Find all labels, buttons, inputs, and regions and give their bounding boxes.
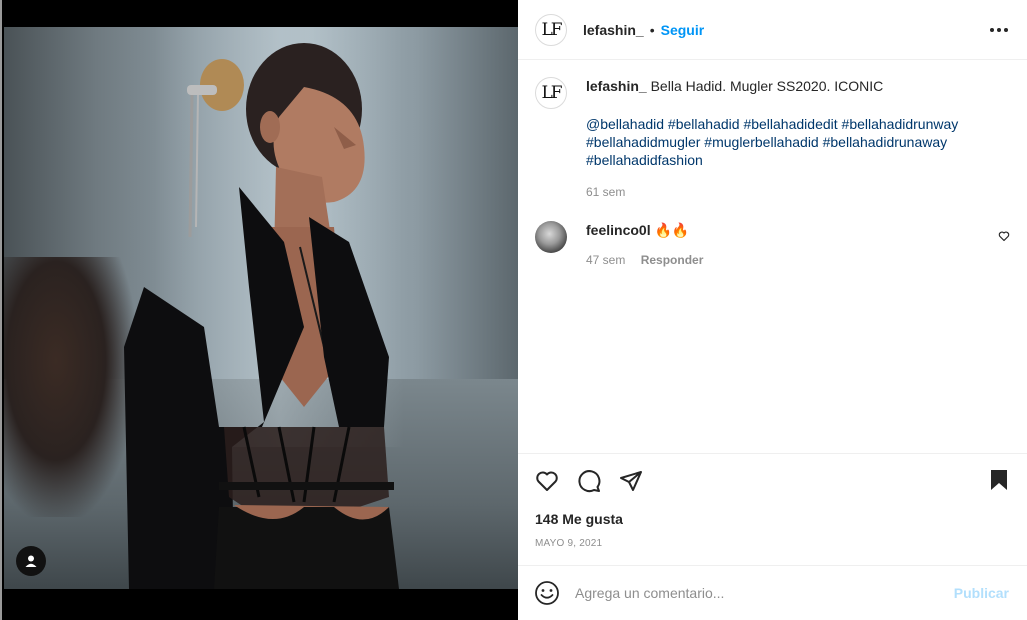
post-side-panel: LF lefashin_ • Seguir LF lefashin_ Bella… <box>518 0 1027 620</box>
comment-body: feelinco0l 🔥🔥 47 sem Responder <box>586 221 1012 267</box>
comment-input[interactable] <box>575 585 935 601</box>
heart-icon <box>536 471 558 491</box>
bookmark-icon <box>991 470 1007 490</box>
comment-text: 🔥🔥 <box>654 222 690 238</box>
comment-meta: 47 sem Responder <box>586 253 1012 267</box>
author-avatar[interactable]: LF <box>535 13 567 46</box>
like-button[interactable] <box>534 468 560 494</box>
more-options-button[interactable] <box>987 18 1011 42</box>
user-icon <box>25 555 37 567</box>
commenter-avatar[interactable] <box>535 221 567 253</box>
caption-line: lefashin_ Bella Hadid. Mugler SS2020. IC… <box>586 77 1012 95</box>
caption-text: Bella Hadid. Mugler SS2020. ICONIC <box>650 78 884 94</box>
publish-button[interactable]: Publicar <box>954 585 1009 601</box>
like-comment-button[interactable] <box>998 229 1012 243</box>
likes-count[interactable]: 148 Me gusta <box>535 511 623 527</box>
logo-text: LF <box>541 83 562 103</box>
action-icons <box>534 468 644 494</box>
comments-section[interactable]: LF lefashin_ Bella Hadid. Mugler SS2020.… <box>518 61 1027 453</box>
add-comment-bar: Publicar <box>518 565 1027 620</box>
caption-avatar[interactable]: LF <box>535 77 567 109</box>
caption: LF lefashin_ Bella Hadid. Mugler SS2020.… <box>535 77 1012 199</box>
model-figure <box>124 43 399 589</box>
caption-username[interactable]: lefashin_ <box>586 78 647 94</box>
heart-icon <box>998 231 1010 242</box>
comment-icon <box>578 470 601 493</box>
caption-meta: 61 sem <box>586 185 1012 199</box>
post-modal: LF lefashin_ • Seguir LF lefashin_ Bella… <box>0 0 1027 620</box>
post-date[interactable]: MAYO 9, 2021 <box>535 538 602 549</box>
reply-button[interactable]: Responder <box>641 253 704 267</box>
comment-item: feelinco0l 🔥🔥 47 sem Responder <box>535 221 1012 267</box>
emoji-icon <box>535 581 559 605</box>
logo-text: LF <box>541 19 562 40</box>
hashtag-line[interactable]: @bellahadid #bellahadid #bellahadidedit … <box>586 115 986 133</box>
caption-hashtags: @bellahadid #bellahadid #bellahadidedit … <box>586 115 986 169</box>
separator-dot: • <box>649 21 655 38</box>
author-username[interactable]: lefashin_ <box>583 22 644 38</box>
post-photo[interactable] <box>4 27 518 589</box>
comment-time[interactable]: 47 sem <box>586 253 625 267</box>
follow-button[interactable]: Seguir <box>661 22 705 38</box>
more-horizontal-icon <box>990 28 1008 32</box>
share-button[interactable] <box>618 468 644 494</box>
post-actions: 148 Me gusta MAYO 9, 2021 <box>518 453 1027 565</box>
comment-username[interactable]: feelinco0l <box>586 222 651 238</box>
comment-button[interactable] <box>576 468 602 494</box>
save-button[interactable] <box>987 468 1013 494</box>
hashtag-line[interactable]: #bellahadidfashion <box>586 151 986 169</box>
emoji-button[interactable] <box>534 580 560 606</box>
comment-line: feelinco0l 🔥🔥 <box>586 221 1012 239</box>
post-header: LF lefashin_ • Seguir <box>518 0 1027 60</box>
tagged-people-button[interactable] <box>16 546 46 576</box>
caption-body: lefashin_ Bella Hadid. Mugler SS2020. IC… <box>586 77 1012 199</box>
hashtag-line[interactable]: #bellahadidmugler #muglerbellahadid #bel… <box>586 133 986 151</box>
share-icon <box>620 471 642 491</box>
post-media[interactable] <box>4 0 518 620</box>
caption-time[interactable]: 61 sem <box>586 185 625 199</box>
